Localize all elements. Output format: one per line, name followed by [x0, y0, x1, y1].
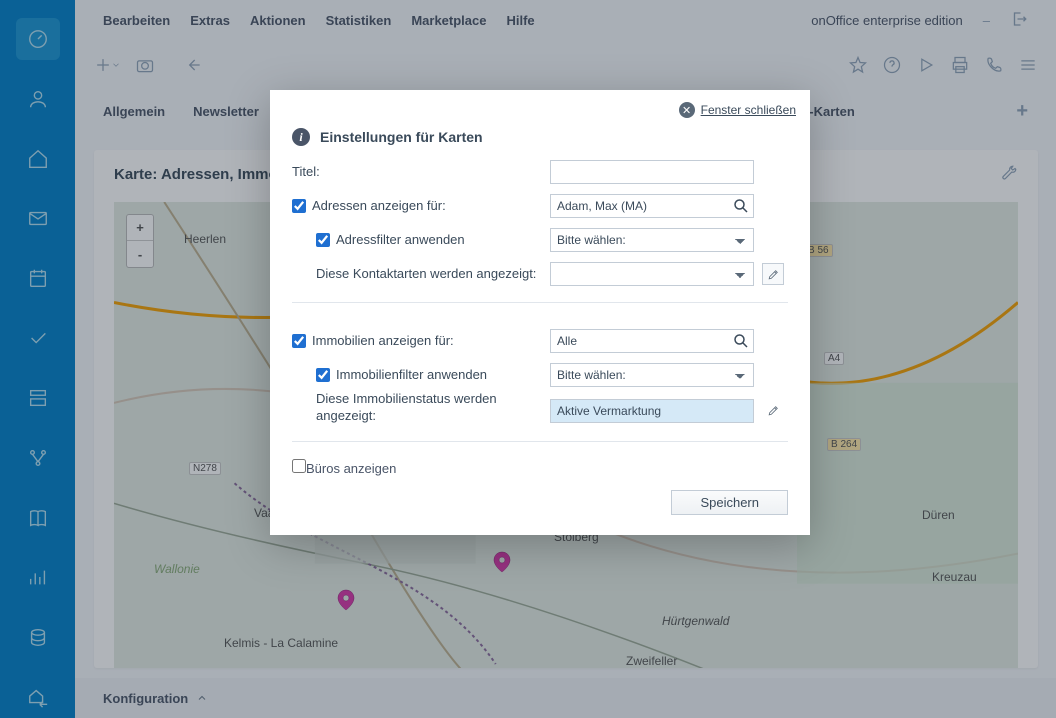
property-status-label: Diese Immobilienstatus werden angezeigt: — [292, 391, 542, 425]
properties-scope-input[interactable] — [550, 329, 754, 353]
addresses-show-checkbox[interactable] — [292, 199, 306, 213]
address-filter-checkbox[interactable] — [316, 233, 330, 247]
close-icon: ✕ — [679, 102, 695, 118]
info-icon: i — [292, 128, 310, 146]
map-settings-dialog: ✕ Fenster schließen i Einstellungen für … — [270, 90, 810, 535]
search-icon[interactable] — [732, 332, 750, 350]
dialog-title: Einstellungen für Karten — [320, 129, 483, 145]
office-checkbox[interactable] — [292, 459, 306, 473]
property-status-select[interactable]: Aktive Vermarktung — [550, 399, 754, 423]
save-button[interactable]: Speichern — [671, 490, 788, 515]
properties-show-row: Immobilien anzeigen für: — [292, 333, 542, 350]
office-row: Büros anzeigen — [292, 461, 396, 476]
titel-input[interactable] — [550, 160, 754, 184]
titel-label: Titel: — [292, 164, 542, 181]
properties-show-checkbox[interactable] — [292, 334, 306, 348]
property-filter-row: Immobilienfilter anwenden — [292, 367, 542, 384]
search-icon[interactable] — [732, 197, 750, 215]
close-label: Fenster schließen — [701, 103, 796, 117]
edit-property-status-button[interactable] — [762, 400, 784, 422]
contact-types-select[interactable] — [550, 262, 754, 286]
property-filter-checkbox[interactable] — [316, 368, 330, 382]
address-filter-select[interactable]: Bitte wählen: — [550, 228, 754, 252]
close-dialog-button[interactable]: ✕ Fenster schließen — [679, 102, 796, 118]
property-filter-select[interactable]: Bitte wählen: — [550, 363, 754, 387]
address-filter-row: Adressfilter anwenden — [292, 232, 542, 249]
addresses-user-input[interactable] — [550, 194, 754, 218]
edit-contact-types-button[interactable] — [762, 263, 784, 285]
contact-types-label: Diese Kontaktarten werden angezeigt: — [292, 266, 542, 283]
addresses-show-row: Adressen anzeigen für: — [292, 198, 542, 215]
